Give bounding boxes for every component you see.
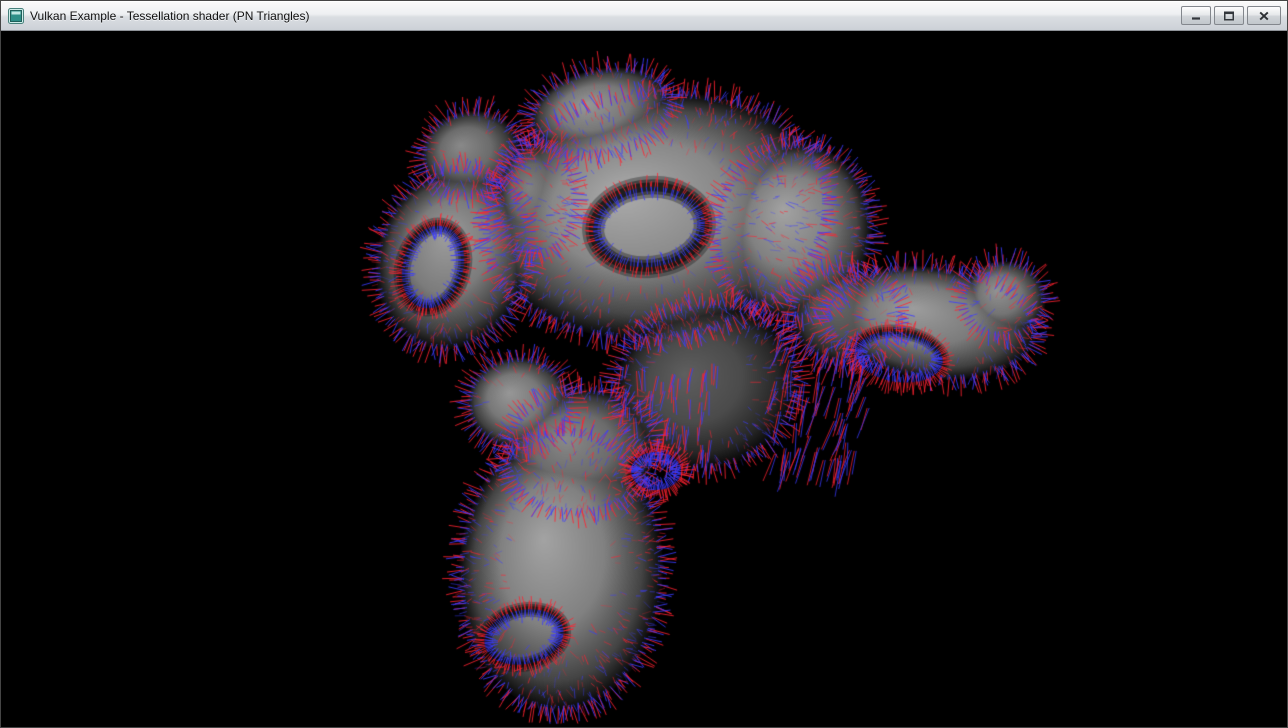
maximize-button[interactable] [1214, 6, 1244, 25]
minimize-button[interactable] [1181, 6, 1211, 25]
window-title: Vulkan Example - Tessellation shader (PN… [30, 9, 309, 23]
render-viewport [1, 31, 1287, 727]
close-button[interactable] [1247, 6, 1281, 25]
window-controls [1181, 6, 1281, 25]
minimize-icon [1190, 11, 1202, 21]
titlebar[interactable]: Vulkan Example - Tessellation shader (PN… [1, 1, 1287, 31]
close-icon [1258, 11, 1270, 21]
app-window: Vulkan Example - Tessellation shader (PN… [0, 0, 1288, 728]
render-canvas[interactable] [1, 31, 1287, 727]
maximize-icon [1223, 11, 1235, 21]
app-icon[interactable] [8, 8, 24, 24]
